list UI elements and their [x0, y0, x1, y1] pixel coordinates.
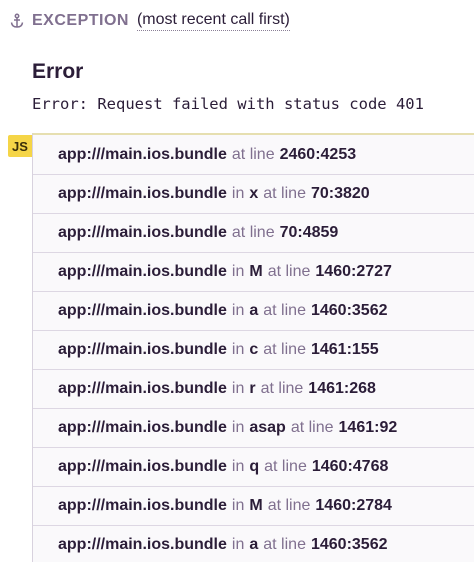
- frame-location: 2460:4253: [279, 145, 357, 163]
- frame-at-line-word: at line: [267, 497, 311, 514]
- frame-location: 1460:4768: [311, 458, 389, 475]
- frame-filename: app:///main.ios.bundle: [58, 380, 227, 397]
- stack-frame-row[interactable]: app:///main.ios.bundle at line 2460:4253: [33, 135, 474, 175]
- frame-location: 70:3820: [310, 185, 370, 202]
- frame-at-line-word: at line: [231, 145, 275, 163]
- frame-at-line-word: at line: [267, 263, 311, 280]
- frame-at-line-word: at line: [264, 458, 307, 475]
- frame-filename: app:///main.ios.bundle: [58, 536, 227, 553]
- anchor-icon: [8, 12, 26, 30]
- frame-function: asap: [249, 419, 286, 436]
- frame-in-word: in: [231, 497, 245, 514]
- exception-label: EXCEPTION: [32, 12, 129, 29]
- frame-location: 1461:268: [308, 380, 376, 397]
- frame-location: 1461:92: [338, 419, 398, 436]
- frame-in-word: in: [231, 263, 245, 280]
- frame-function: a: [249, 536, 259, 553]
- frame-at-line-word: at line: [263, 185, 306, 202]
- stack-frame-row[interactable]: app:///main.ios.bundle in Mat line 1460:278…: [33, 487, 474, 526]
- frame-in-word: in: [231, 380, 245, 397]
- frame-at-line-word: at line: [263, 302, 306, 319]
- frame-at-line-word: at line: [260, 380, 304, 397]
- frame-in-word: in: [231, 458, 245, 475]
- frame-function: M: [249, 263, 263, 280]
- stack-frame-row[interactable]: app:///main.ios.bundle in Mat line 1460:272…: [33, 253, 474, 292]
- stack-frame-row[interactable]: app:///main.ios.bundle at line 70:4859: [33, 214, 474, 253]
- frame-in-word: in: [231, 185, 245, 202]
- frame-location: 1460:2784: [315, 497, 392, 514]
- frame-in-word: in: [231, 341, 245, 358]
- frame-in-word: in: [231, 536, 245, 553]
- frame-filename: app:///main.ios.bundle: [58, 263, 227, 280]
- stack-frames: app:///main.ios.bundle at line 2460:4253 ap…: [32, 133, 474, 562]
- frame-filename: app:///main.ios.bundle: [58, 341, 227, 358]
- frame-filename: app:///main.ios.bundle: [58, 185, 227, 202]
- frame-filename: app:///main.ios.bundle: [58, 458, 227, 475]
- frame-function: r: [249, 380, 256, 397]
- frame-filename: app:///main.ios.bundle: [58, 145, 227, 163]
- stack-frame-row[interactable]: app:///main.ios.bundle in a at line 1460:356…: [33, 292, 474, 331]
- error-title: Error: [32, 60, 84, 83]
- stack-frame-row[interactable]: app:///main.ios.bundle in x at line 70:3820: [33, 175, 474, 214]
- stack-frame-row[interactable]: app:///main.ios.bundle in r at line 1461:268: [33, 370, 474, 409]
- recent-first-toggle[interactable]: (most recent call first): [136, 11, 290, 31]
- frame-at-line-word: at line: [263, 341, 306, 358]
- frame-at-line-word: at line: [263, 536, 306, 553]
- frame-location: 1461:155: [310, 341, 379, 358]
- frame-at-line-word: at line: [231, 224, 275, 241]
- frame-location: 1460:2727: [315, 263, 392, 280]
- platform-badge: JS: [8, 135, 32, 157]
- frame-filename: app:///main.ios.bundle: [58, 224, 227, 241]
- frame-location: 1460:3562: [310, 302, 388, 319]
- frame-filename: app:///main.ios.bundle: [58, 302, 227, 319]
- error-message: Error: Request failed with status code 4…: [32, 95, 424, 113]
- frame-at-line-word: at line: [290, 419, 334, 436]
- frame-in-word: in: [231, 419, 245, 436]
- stack-frame-row[interactable]: app:///main.ios.bundle in c at line 1461:155: [33, 331, 474, 370]
- frame-function: a: [249, 302, 259, 319]
- frame-filename: app:///main.ios.bundle: [58, 497, 227, 514]
- frame-function: c: [249, 341, 259, 358]
- frame-location: 70:4859: [279, 224, 339, 241]
- frame-function: M: [249, 497, 263, 514]
- stack-frame-row[interactable]: app:///main.ios.bundle in a at line 1460:356…: [33, 526, 474, 562]
- stack-frame-row[interactable]: app:///main.ios.bundle in asap at line 1461:…: [33, 409, 474, 448]
- frame-function: x: [249, 185, 259, 202]
- stack-frame-row[interactable]: app:///main.ios.bundle in q at line 1460:476…: [33, 448, 474, 487]
- frame-in-word: in: [231, 302, 245, 319]
- exception-header: EXCEPTION (most recent call first): [8, 10, 290, 32]
- frame-function: q: [249, 458, 260, 475]
- frame-location: 1460:3562: [310, 536, 388, 553]
- frame-filename: app:///main.ios.bundle: [58, 419, 227, 436]
